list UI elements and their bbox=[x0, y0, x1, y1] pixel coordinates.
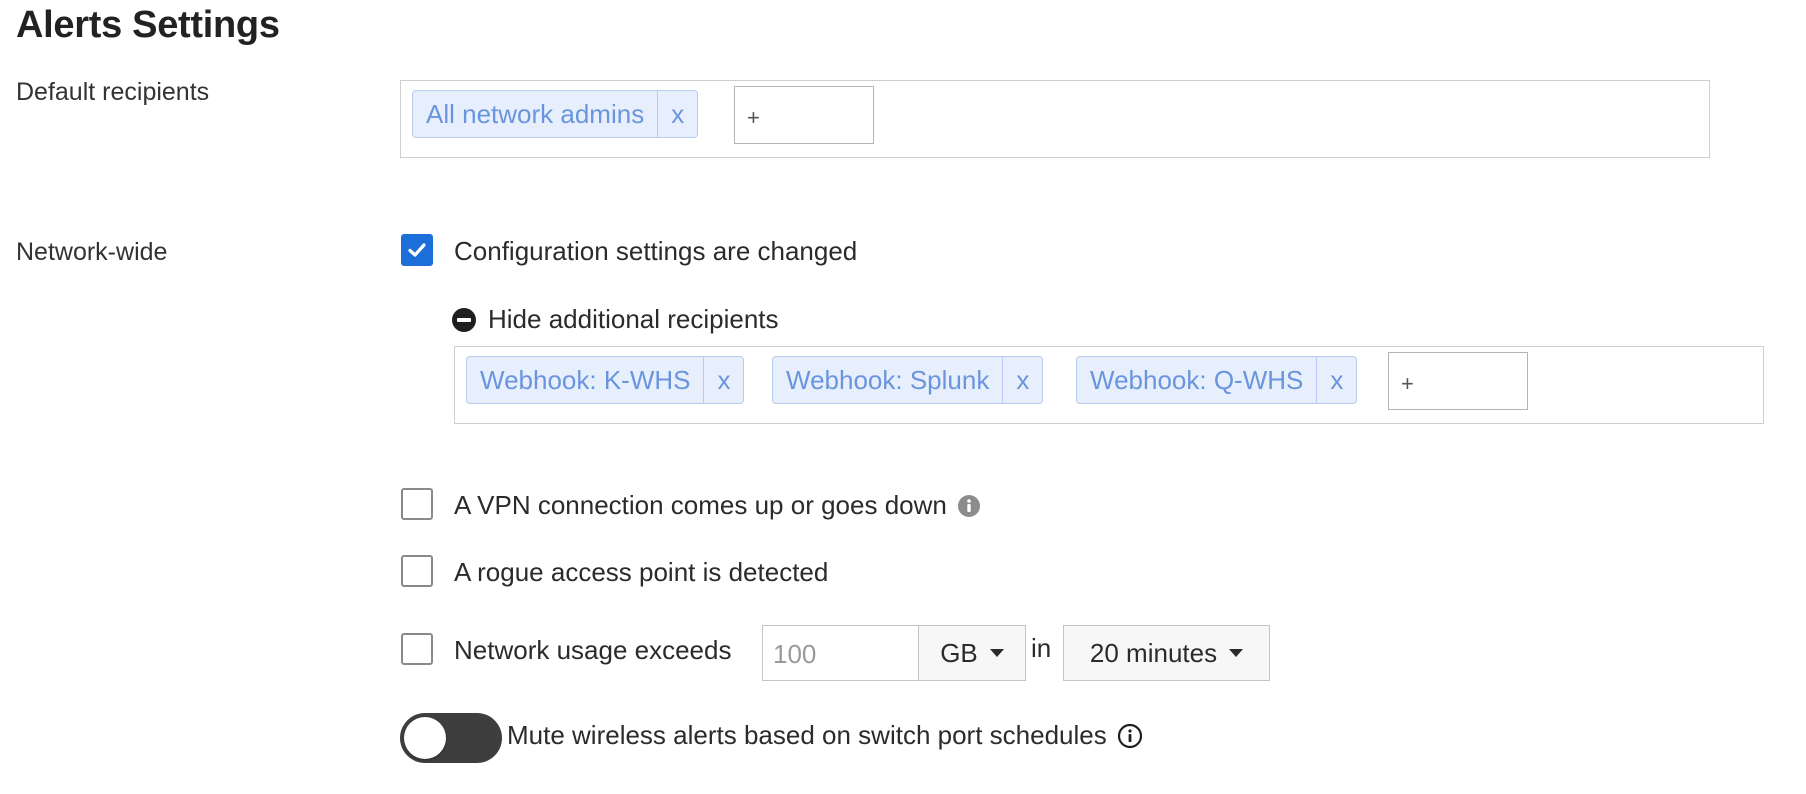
caret-down-icon bbox=[1229, 649, 1244, 657]
mute-wireless-label: Mute wireless alerts based on switch por… bbox=[507, 720, 1107, 750]
default-recipients-label: Default recipients bbox=[16, 78, 210, 106]
in-label: in bbox=[1031, 633, 1052, 663]
info-icon[interactable] bbox=[957, 494, 981, 518]
remove-chip-button[interactable]: x bbox=[1316, 357, 1356, 403]
checkmark-icon bbox=[408, 243, 426, 257]
rogue-ap-label: A rogue access point is detected bbox=[454, 557, 829, 587]
recipient-chip: Webhook: K-WHS x bbox=[466, 356, 745, 404]
remove-chip-button[interactable]: x bbox=[703, 357, 743, 403]
rogue-ap-checkbox[interactable] bbox=[401, 555, 433, 587]
remove-chip-button[interactable]: x bbox=[657, 91, 697, 137]
usage-period-value: 20 minutes bbox=[1089, 637, 1218, 668]
hide-recipients-link[interactable]: Hide additional recipients bbox=[452, 304, 779, 335]
usage-amount-input[interactable]: 100 bbox=[762, 625, 920, 681]
vpn-label-row: A VPN connection comes up or goes down bbox=[454, 490, 981, 521]
additional-recipients-box[interactable]: Webhook: K-WHS x Webhook: Splunk x Webho… bbox=[454, 346, 1764, 424]
mute-wireless-row: Mute wireless alerts based on switch por… bbox=[507, 720, 1143, 751]
usage-checkbox[interactable] bbox=[401, 633, 433, 665]
hide-recipients-label: Hide additional recipients bbox=[488, 304, 779, 334]
info-outline-icon[interactable] bbox=[1117, 723, 1143, 749]
default-recipients-box[interactable]: All network admins x + bbox=[400, 80, 1710, 158]
add-recipient-input[interactable]: + bbox=[734, 86, 874, 144]
mute-wireless-toggle[interactable] bbox=[400, 713, 502, 763]
chip-label: Webhook: K-WHS bbox=[480, 364, 691, 395]
page-title: Alerts Settings bbox=[16, 4, 280, 46]
config-changed-checkbox[interactable] bbox=[401, 234, 433, 266]
chip-label: All network admins bbox=[426, 98, 645, 129]
caret-down-icon bbox=[989, 649, 1004, 657]
remove-chip-button[interactable]: x bbox=[1002, 357, 1042, 403]
add-recipient-input[interactable]: + bbox=[1388, 352, 1528, 410]
recipient-chip: All network admins x bbox=[412, 90, 699, 138]
vpn-checkbox[interactable] bbox=[401, 488, 433, 520]
minus-circle-icon bbox=[452, 307, 476, 332]
chip-label: Webhook: Splunk bbox=[786, 364, 990, 395]
recipient-chip: Webhook: Splunk x bbox=[772, 356, 1044, 404]
usage-unit-dropdown[interactable]: GB bbox=[918, 625, 1026, 681]
config-changed-label: Configuration settings are changed bbox=[454, 236, 858, 266]
usage-label: Network usage exceeds bbox=[454, 635, 732, 665]
toggle-knob bbox=[404, 717, 446, 759]
vpn-label: A VPN connection comes up or goes down bbox=[454, 490, 947, 520]
recipient-chip: Webhook: Q-WHS x bbox=[1076, 356, 1358, 404]
usage-unit-value: GB bbox=[940, 637, 978, 668]
network-wide-label: Network-wide bbox=[16, 238, 168, 266]
usage-period-dropdown[interactable]: 20 minutes bbox=[1063, 625, 1270, 681]
chip-label: Webhook: Q-WHS bbox=[1090, 364, 1304, 395]
